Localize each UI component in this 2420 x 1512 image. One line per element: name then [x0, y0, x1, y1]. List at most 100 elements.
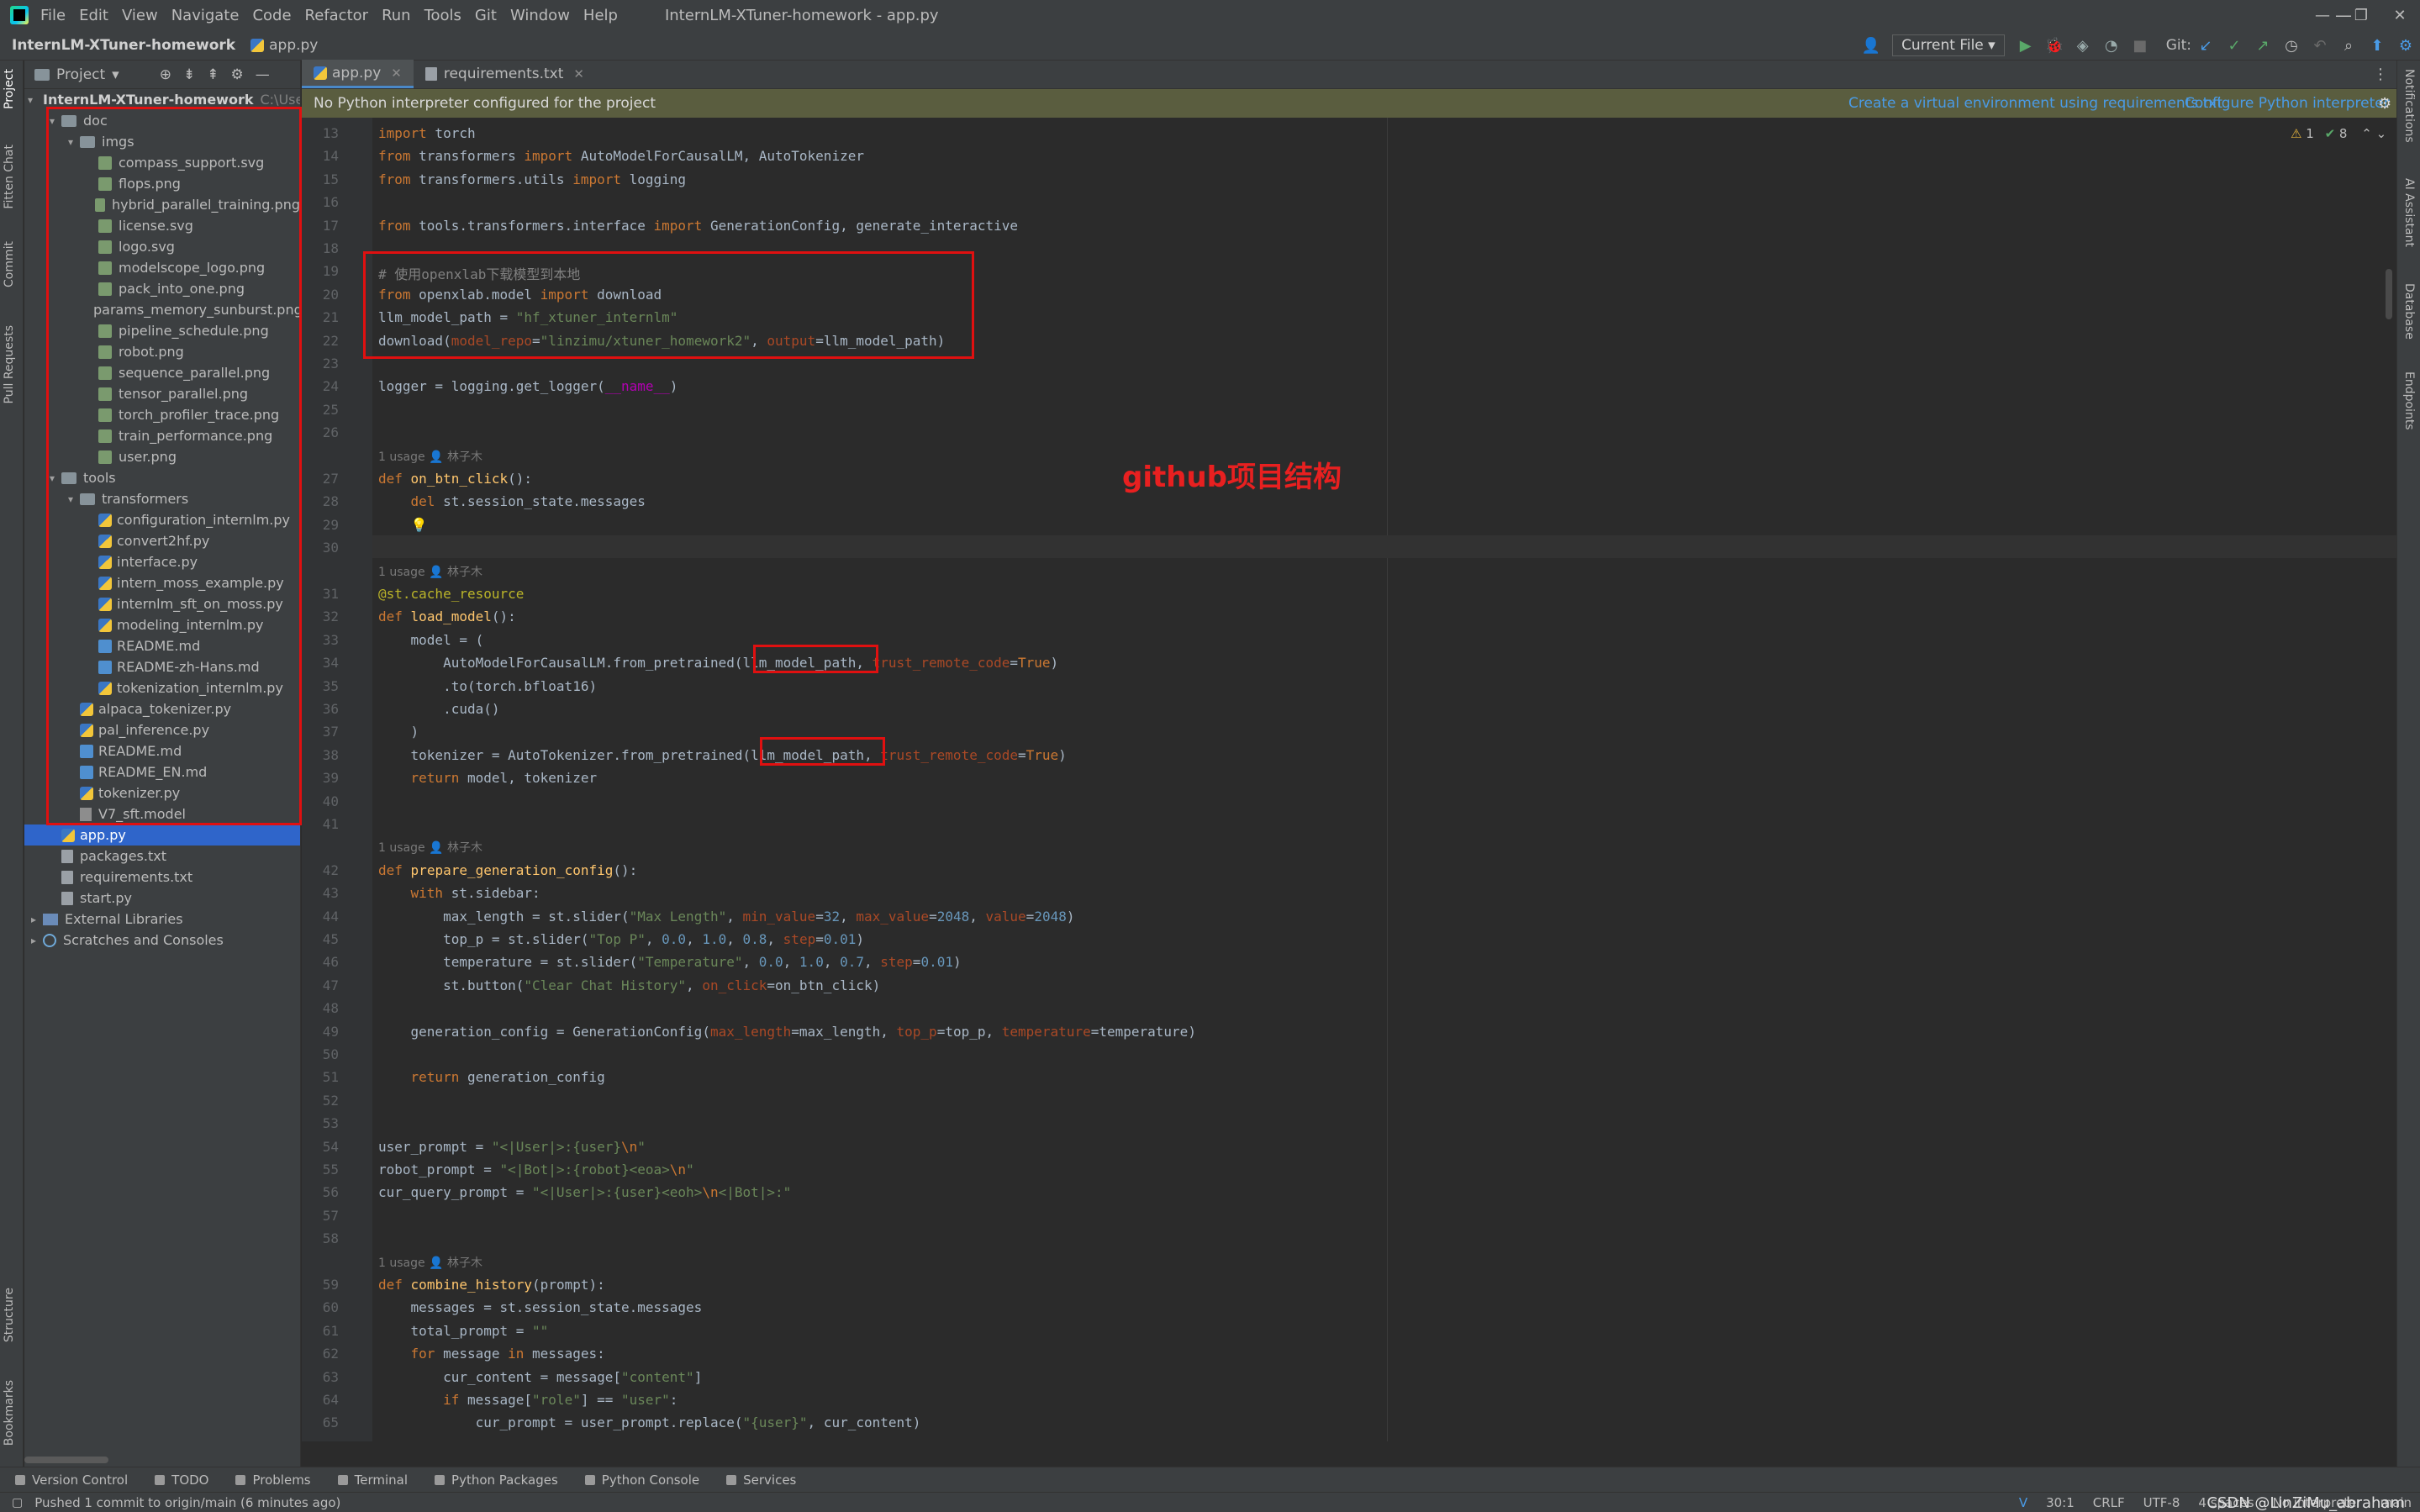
code-line[interactable]: with st.sidebar:: [378, 885, 540, 901]
code-line[interactable]: model = (: [378, 632, 484, 648]
gear-icon[interactable]: ⚙: [2378, 95, 2391, 113]
code-line[interactable]: generation_config = GenerationConfig(max…: [378, 1024, 1196, 1040]
code-line[interactable]: .to(torch.bfloat16): [378, 678, 597, 694]
usage-inlay-hint[interactable]: 1 usage 👤 林子木: [378, 563, 482, 580]
status-line-separator[interactable]: CRLF: [2093, 1495, 2125, 1510]
code-line[interactable]: def prepare_generation_config():: [378, 862, 637, 878]
tool-terminal[interactable]: Terminal: [337, 1472, 408, 1488]
menu-navigate[interactable]: Navigate: [171, 7, 240, 24]
update-icon[interactable]: ⬆: [2367, 35, 2387, 55]
code-line[interactable]: def on_btn_click():: [378, 471, 532, 487]
chevron-icon[interactable]: ▸: [28, 935, 40, 946]
settings-icon[interactable]: ⚙: [2396, 35, 2416, 55]
vim-icon[interactable]: V: [2019, 1495, 2027, 1510]
git-rollback-icon[interactable]: ↶: [2310, 35, 2330, 55]
collapse-all-icon[interactable]: ⇞: [207, 66, 219, 83]
hide-icon[interactable]: —: [256, 66, 270, 83]
maximize-button[interactable]: ❐: [2342, 7, 2380, 24]
code-line[interactable]: if message["role"] == "user":: [378, 1392, 677, 1408]
tab-requirements-txt[interactable]: requirements.txt ✕: [414, 60, 596, 88]
tool-todo[interactable]: TODO: [155, 1472, 208, 1488]
status-message[interactable]: Pushed 1 commit to origin/main (6 minute…: [34, 1495, 340, 1510]
tool-fitten-chat[interactable]: Fitten Chat: [3, 145, 16, 209]
code-line[interactable]: from tools.transformers.interface import…: [378, 218, 1018, 234]
code-line[interactable]: 💡: [378, 517, 428, 533]
search-icon[interactable]: ⌕: [2338, 35, 2359, 55]
menu-git[interactable]: Git: [475, 7, 497, 24]
tool-problems[interactable]: Problems: [235, 1472, 311, 1488]
code-line[interactable]: max_length = st.slider("Max Length", min…: [378, 909, 1074, 925]
tree-file[interactable]: requirements.txt: [24, 867, 300, 888]
tree-file[interactable]: packages.txt: [24, 846, 300, 867]
menu-code[interactable]: Code: [252, 7, 291, 24]
coverage-icon[interactable]: ◈: [2073, 35, 2093, 55]
user-icon[interactable]: 👤: [1861, 35, 1881, 55]
code-line[interactable]: cur_query_prompt = "<|User|>:{user}<eoh>…: [378, 1184, 791, 1200]
code-line[interactable]: temperature = st.slider("Temperature", 0…: [378, 954, 962, 970]
code-line[interactable]: def load_model():: [378, 608, 516, 624]
code-line[interactable]: @st.cache_resource: [378, 586, 524, 602]
tree-file[interactable]: start.py: [24, 888, 300, 909]
code-line[interactable]: messages = st.session_state.messages: [378, 1299, 703, 1315]
locate-icon[interactable]: ⊕: [160, 66, 171, 83]
code-line[interactable]: from transformers.utils import logging: [378, 171, 686, 187]
tool-ai-assistant[interactable]: AI Assistant: [2402, 178, 2416, 247]
profile-icon[interactable]: ◔: [2101, 35, 2122, 55]
tool-commit[interactable]: Commit: [3, 241, 16, 287]
debug-icon[interactable]: 🐞: [2044, 35, 2064, 55]
code-line[interactable]: robot_prompt = "<|Bot|>:{robot}<eoa>\n": [378, 1162, 694, 1177]
menu-edit[interactable]: Edit: [79, 7, 108, 24]
close-icon[interactable]: ✕: [573, 66, 584, 82]
chevron-icon[interactable]: ▸: [28, 914, 40, 925]
code-line[interactable]: top_p = st.slider("Top P", 0.0, 1.0, 0.8…: [378, 931, 864, 947]
code-line[interactable]: st.button("Clear Chat History", on_click…: [378, 977, 880, 993]
gear-icon[interactable]: ⚙: [230, 66, 243, 83]
tool-pull-requests[interactable]: Pull Requests: [3, 325, 16, 403]
code-line[interactable]: ): [378, 724, 419, 740]
menu-refactor[interactable]: Refactor: [305, 7, 369, 24]
usage-inlay-hint[interactable]: 1 usage 👤 林子木: [378, 1254, 482, 1271]
tree-file[interactable]: ▸ External Libraries: [24, 909, 300, 930]
git-history-icon[interactable]: ◷: [2281, 35, 2301, 55]
more-tabs-icon[interactable]: ⋮: [2373, 66, 2388, 83]
code-line[interactable]: for message in messages:: [378, 1346, 605, 1362]
tab-app-py[interactable]: app.py ✕: [302, 60, 414, 88]
code-line[interactable]: def combine_history(prompt):: [378, 1277, 605, 1293]
code-line[interactable]: return model, tokenizer: [378, 770, 598, 786]
inspection-widget[interactable]: ⚠ 1 ✔ 8 ⌃ ⌄: [2291, 126, 2386, 141]
close-window-button[interactable]: ✕: [2380, 7, 2419, 24]
code-line[interactable]: cur_content = message["content"]: [378, 1369, 702, 1385]
menu-tools[interactable]: Tools: [424, 7, 461, 24]
menu-view[interactable]: View: [122, 7, 158, 24]
menu-file[interactable]: File: [40, 7, 66, 24]
tool-project[interactable]: Project: [3, 69, 16, 109]
stop-icon[interactable]: ■: [2130, 35, 2150, 55]
git-commit-icon[interactable]: ✓: [2224, 35, 2244, 55]
tool-database[interactable]: Database: [2402, 283, 2416, 340]
git-update-icon[interactable]: ↙: [2196, 35, 2216, 55]
code-line[interactable]: tokenizer = AutoTokenizer.from_pretraine…: [378, 747, 1067, 763]
git-push-icon[interactable]: ↗: [2253, 35, 2273, 55]
tool-bookmarks[interactable]: Bookmarks: [3, 1380, 16, 1446]
breadcrumb-file[interactable]: app.py: [250, 37, 318, 54]
tool-services[interactable]: Services: [726, 1472, 796, 1488]
code-line[interactable]: from transformers import AutoModelForCau…: [378, 148, 864, 164]
tree-file[interactable]: app.py: [24, 824, 300, 846]
vertical-scrollbar[interactable]: [2386, 269, 2392, 319]
code-line[interactable]: import torch: [378, 125, 476, 141]
tree-file[interactable]: ▸ Scratches and Consoles: [24, 930, 300, 951]
status-encoding[interactable]: UTF-8: [2143, 1495, 2180, 1510]
code-line[interactable]: total_prompt = "": [378, 1323, 549, 1339]
tool-structure[interactable]: Structure: [3, 1288, 16, 1342]
menu-window[interactable]: Window: [510, 7, 570, 24]
run-icon[interactable]: ▶: [2016, 35, 2036, 55]
configure-interpreter-link[interactable]: Configure Python interpreter: [2185, 95, 2390, 112]
create-venv-link[interactable]: Create a virtual environment using requi…: [1848, 95, 2222, 112]
tool-notifications[interactable]: Notifications: [2402, 69, 2416, 143]
tool-python-console[interactable]: Python Console: [584, 1472, 699, 1488]
status-position[interactable]: 30:1: [2046, 1495, 2075, 1510]
tool-endpoints[interactable]: Endpoints: [2402, 371, 2416, 430]
code-line[interactable]: return generation_config: [378, 1069, 605, 1085]
expand-all-icon[interactable]: ⇟: [183, 66, 195, 83]
menu-help[interactable]: Help: [583, 7, 618, 24]
